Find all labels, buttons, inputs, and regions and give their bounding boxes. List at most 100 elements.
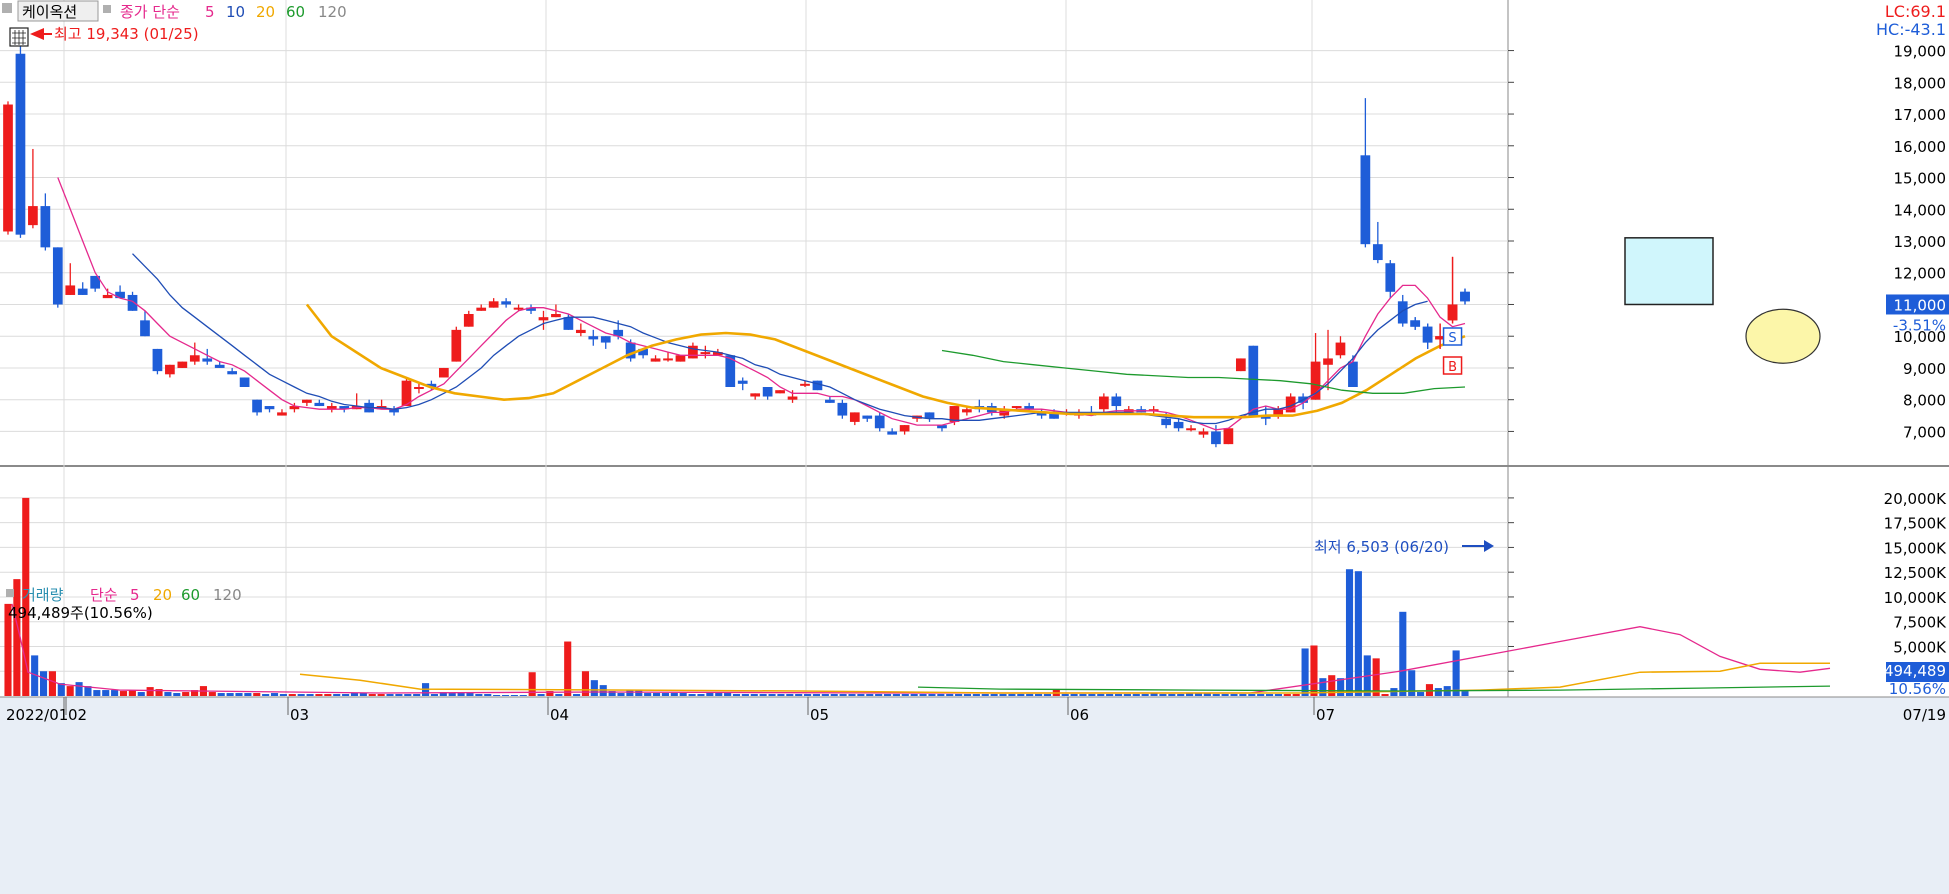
lc-value: LC:69.1 [1885, 2, 1946, 21]
candle-body [314, 402, 325, 407]
volume-bar [679, 693, 687, 696]
volume-bar [821, 694, 829, 696]
volume-bar [839, 694, 847, 696]
candle-body [264, 406, 275, 410]
volume-bar [724, 693, 732, 696]
volume-bar [955, 694, 963, 696]
volume-bar [848, 694, 856, 696]
candle-body [825, 399, 835, 403]
volume-bar [661, 693, 669, 696]
volume-bar [1399, 611, 1407, 696]
volume-bar [395, 694, 403, 696]
volume-bar [1345, 569, 1354, 696]
volume-bar [111, 690, 119, 696]
volume-bar [715, 693, 723, 696]
candle-body [1248, 345, 1259, 416]
volume-bar [1079, 694, 1087, 696]
candle-body [15, 53, 26, 235]
candle-body [252, 399, 262, 413]
candle-body [115, 291, 125, 299]
stock-chart: 7,0008,0009,00010,00011,00012,00013,0001… [0, 0, 1949, 894]
volume-bar [510, 695, 518, 696]
volume-bar [1230, 694, 1238, 696]
volume-bar [573, 694, 581, 696]
candle-body [1223, 428, 1234, 445]
candle-body [675, 355, 686, 362]
volume-ma-period: 20 [153, 586, 172, 604]
candle-body [214, 364, 225, 368]
candle-body [1011, 406, 1022, 409]
price-ma-period: 60 [286, 3, 305, 21]
volume-bar [315, 694, 323, 696]
x-tick-label: 06 [1070, 706, 1089, 724]
legend-square-icon [6, 589, 14, 597]
current-volume-pct: 10.56% [1889, 680, 1946, 698]
volume-bar [1381, 694, 1389, 696]
volume-bar [262, 694, 270, 696]
volume-bar [164, 692, 172, 696]
volume-tick-label: 20,000K [1884, 490, 1947, 508]
volume-ma-label: 단순 [90, 586, 118, 604]
volume-bar [1123, 694, 1131, 696]
volume-bar [555, 694, 563, 696]
candle-body [575, 329, 586, 334]
volume-bar [1008, 694, 1016, 696]
candle-body [874, 415, 885, 429]
candle-body [563, 317, 574, 330]
volume-bar [13, 579, 21, 696]
volume-bar [1283, 694, 1291, 696]
volume-bar [830, 694, 838, 696]
price-ma-period: 5 [205, 3, 215, 21]
candle-body-front [1447, 304, 1458, 321]
candle-body [762, 387, 773, 397]
volume-bar [404, 694, 412, 696]
candle-body [862, 415, 873, 419]
volume-bar [732, 694, 741, 696]
volume-bar [617, 693, 625, 696]
volume-bar [1132, 694, 1140, 696]
price-tick-label: 9,000 [1903, 360, 1946, 378]
volume-bar [999, 694, 1007, 696]
volume-bar [1026, 694, 1034, 696]
volume-bar [901, 694, 909, 696]
volume-bar [795, 694, 803, 696]
volume-bar [875, 694, 883, 696]
volume-bar [386, 694, 394, 696]
volume-bar [1274, 694, 1282, 696]
volume-bar [1248, 694, 1256, 696]
volume-bar [804, 694, 812, 696]
buy-marker-label: B [1448, 360, 1457, 375]
volume-bar [1106, 694, 1114, 696]
volume-bar [759, 694, 767, 696]
volume-bar [652, 693, 661, 696]
candle-body [1173, 421, 1184, 429]
candle-body [189, 355, 200, 362]
volume-current-text: 494,489주(10.56%) [8, 604, 153, 622]
volume-bar [883, 694, 892, 696]
low-annotation: 최저 6,503 (06/20) [1314, 538, 1449, 556]
volume-bar [501, 695, 510, 696]
candle-body [1186, 428, 1196, 431]
volume-bar [670, 693, 678, 696]
volume-bar [484, 694, 492, 696]
volume-bar [1061, 694, 1069, 696]
candle-body [1372, 244, 1383, 261]
volume-bar [270, 693, 279, 696]
volume-bar [892, 694, 900, 696]
candle-body [438, 367, 449, 378]
volume-bar [137, 692, 145, 696]
price-ma-period: 120 [318, 3, 347, 21]
price-tick-label: 14,000 [1894, 201, 1947, 219]
x-tick-label: 03 [290, 706, 309, 724]
volume-bar [741, 694, 749, 696]
volume-bar [1434, 688, 1442, 696]
volume-bar [1425, 684, 1434, 696]
candle-body [127, 294, 138, 311]
volume-bar [1221, 694, 1229, 696]
x-tick-label: 05 [810, 706, 829, 724]
volume-bar [928, 694, 936, 696]
volume-bar [537, 694, 545, 696]
candle-body [102, 294, 113, 299]
candle-body [1348, 361, 1358, 387]
volume-bar [1212, 694, 1220, 696]
